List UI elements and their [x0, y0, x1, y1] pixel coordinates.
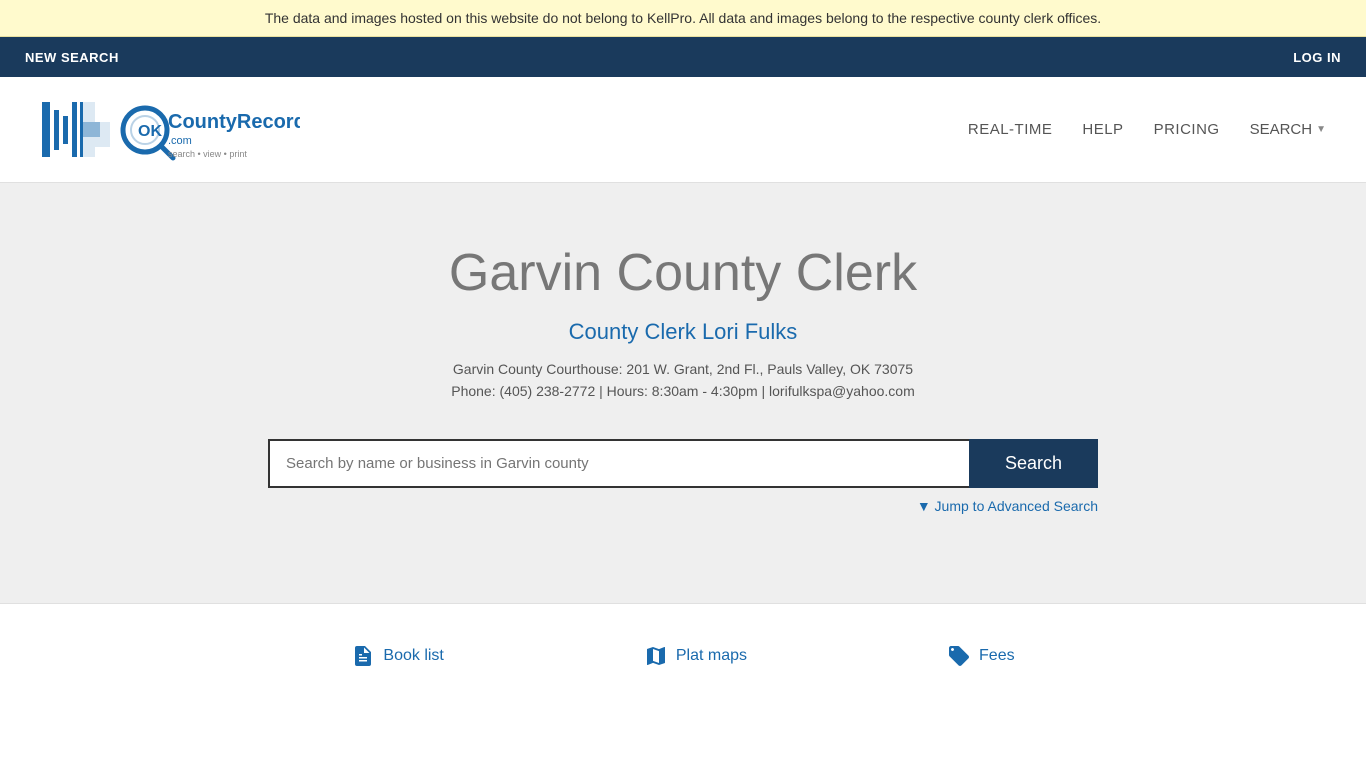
footer-links: Book list Plat maps Fees — [0, 603, 1366, 708]
map-icon — [644, 644, 668, 668]
search-button[interactable]: Search — [969, 439, 1098, 488]
book-icon — [351, 644, 375, 668]
svg-text:.com: .com — [168, 135, 192, 147]
tag-icon — [947, 644, 971, 668]
chevron-down-icon: ▼ — [1316, 124, 1326, 135]
book-list-label: Book list — [383, 647, 443, 665]
advanced-search-link: ▼ Jump to Advanced Search — [268, 498, 1098, 516]
contact-line: Phone: (405) 238-2772 | Hours: 8:30am - … — [20, 383, 1346, 399]
book-list-link[interactable]: Book list — [351, 644, 443, 668]
log-in-link[interactable]: LOG IN — [1288, 40, 1346, 75]
nav-search-dropdown[interactable]: SEARCH ▼ — [1250, 121, 1326, 138]
fees-link[interactable]: Fees — [947, 644, 1015, 668]
svg-text:OK: OK — [138, 123, 162, 140]
county-title: Garvin County Clerk — [20, 243, 1346, 303]
nav-help[interactable]: HELP — [1082, 121, 1123, 138]
header-nav: REAL-TIME HELP PRICING SEARCH ▼ — [968, 121, 1326, 138]
banner-text: The data and images hosted on this websi… — [265, 10, 1101, 26]
svg-text:CountyRecords: CountyRecords — [168, 111, 300, 133]
search-input[interactable] — [268, 439, 969, 488]
address-line: Garvin County Courthouse: 201 W. Grant, … — [20, 361, 1346, 377]
nav-pricing[interactable]: PRICING — [1154, 121, 1220, 138]
site-logo[interactable]: OK CountyRecords .com search • view • pr… — [40, 92, 300, 167]
main-content: Garvin County Clerk County Clerk Lori Fu… — [0, 183, 1366, 603]
advanced-search-anchor[interactable]: ▼ Jump to Advanced Search — [917, 498, 1098, 514]
plat-maps-label: Plat maps — [676, 647, 747, 665]
search-area: Search — [268, 439, 1098, 488]
nav-bar: NEW SEARCH LOG IN — [0, 37, 1366, 77]
plat-maps-link[interactable]: Plat maps — [644, 644, 747, 668]
clerk-name: County Clerk Lori Fulks — [20, 319, 1346, 345]
fees-label: Fees — [979, 647, 1015, 665]
site-header: OK CountyRecords .com search • view • pr… — [0, 77, 1366, 183]
new-search-link[interactable]: NEW SEARCH — [20, 40, 124, 75]
logo-area: OK CountyRecords .com search • view • pr… — [40, 92, 300, 167]
top-banner: The data and images hosted on this websi… — [0, 0, 1366, 37]
svg-text:search • view • print: search • view • print — [168, 149, 247, 159]
nav-real-time[interactable]: REAL-TIME — [968, 121, 1053, 138]
